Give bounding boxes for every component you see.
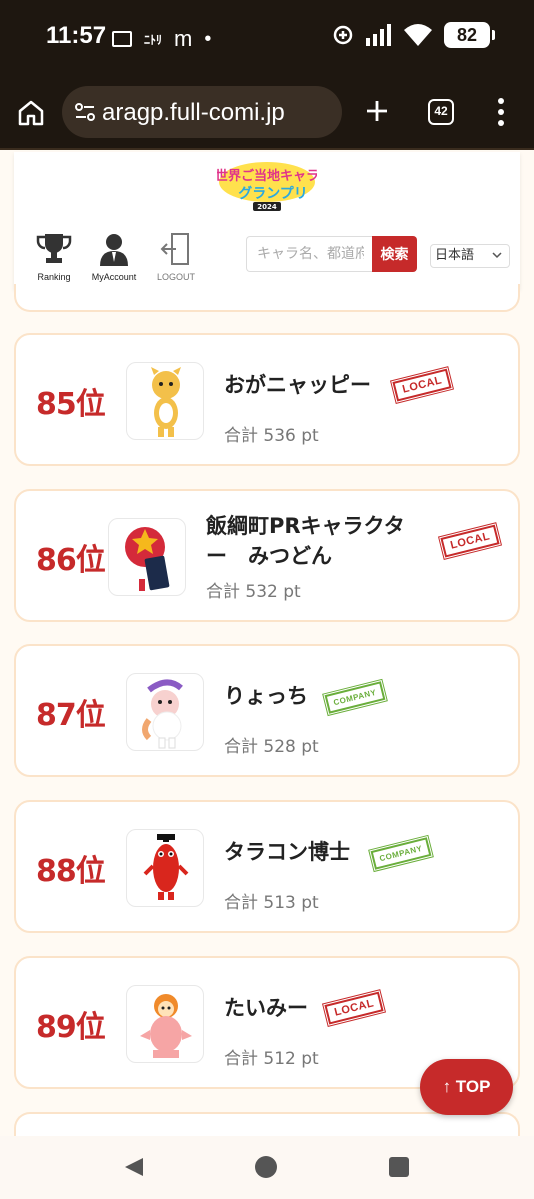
- site-settings-icon[interactable]: [74, 101, 96, 123]
- nav-myaccount-label: MyAccount: [91, 272, 137, 282]
- company-badge: COMPANY: [322, 677, 388, 718]
- signal-icon: [366, 24, 391, 46]
- search-input[interactable]: [246, 236, 374, 272]
- shrimp-mascot-image: [142, 679, 183, 749]
- points-total: 合計 512 pt: [224, 1049, 319, 1069]
- wifi-icon: [404, 24, 432, 46]
- character-name: 飯綱町PRキャラクタ: [206, 514, 405, 538]
- svg-text:グランプリ: グランプリ: [238, 185, 308, 202]
- tarako-mascot-image: [143, 834, 189, 900]
- battery-indicator: 82: [444, 22, 495, 48]
- ranking-card-partial: [14, 284, 520, 312]
- rank-label: 89位: [36, 1010, 106, 1045]
- ranking-card[interactable]: 85位 おがニャッピー LOCAL 合計 536 pt: [14, 333, 520, 466]
- url-text[interactable]: aragp.full-comi.jp: [102, 99, 285, 127]
- character-name: タラコン博士: [224, 840, 350, 864]
- language-select-value: 日本語: [435, 248, 475, 263]
- character-name: りょっち: [224, 684, 308, 708]
- nav-logout-label: LOGOUT: [156, 272, 195, 282]
- address-bar[interactable]: aragp.full-comi.jp: [62, 86, 342, 138]
- character-image: [126, 673, 204, 751]
- rank-label: 86位: [36, 543, 106, 578]
- points-total: 合計 532 pt: [206, 582, 301, 602]
- points-total: 合計 536 pt: [224, 426, 319, 446]
- nav-ranking[interactable]: Ranking: [24, 232, 84, 282]
- character-image: [126, 362, 204, 440]
- character-image: [126, 985, 204, 1063]
- character-image: [108, 518, 186, 596]
- rank-label: 85位: [36, 387, 106, 422]
- character-name-line2: ー みつどん: [206, 544, 332, 568]
- system-navigation-bar: [0, 1136, 534, 1199]
- ranking-card[interactable]: 88位 タラコン博士 COMPANY 合計 513 pt: [14, 800, 520, 933]
- user-icon: [100, 234, 128, 266]
- recents-icon[interactable]: [389, 1157, 409, 1177]
- search-button[interactable]: 検索: [372, 236, 417, 272]
- trophy-icon: [36, 234, 72, 263]
- cat-mascot-image: [151, 367, 181, 437]
- home-circle-icon[interactable]: [255, 1156, 277, 1178]
- m-icon: m: [174, 26, 193, 51]
- ranking-card[interactable]: 87位 りょっち COMPANY 合計 528 pt: [14, 644, 520, 777]
- character-name: おがニャッピー: [224, 373, 371, 397]
- svg-text:世界ご当地キャラ: 世界ご当地キャラ: [217, 168, 317, 184]
- character-name: たいみー: [224, 996, 308, 1020]
- nav-logout[interactable]: LOGOUT: [146, 232, 206, 282]
- language-select[interactable]: 日本語: [430, 244, 510, 268]
- local-badge: LOCAL: [390, 365, 455, 405]
- chevron-down-icon: [492, 252, 502, 259]
- browser-toolbar: aragp.full-comi.jp 42: [0, 76, 534, 150]
- data-saver-icon: [333, 25, 353, 45]
- company-badge: COMPANY: [368, 833, 434, 874]
- site-logo[interactable]: 世界ご当地キャラ グランプリ 2024: [217, 158, 317, 212]
- back-to-top-button[interactable]: ↑ TOP: [420, 1059, 513, 1115]
- sea-bream-mascot-image: [140, 994, 192, 1058]
- site-header: 世界ご当地キャラ グランプリ 2024 Ranking MyAccount LO…: [14, 152, 520, 289]
- nav-myaccount[interactable]: MyAccount: [84, 232, 144, 282]
- au-icon: [112, 31, 132, 47]
- more-notifications-dot: •: [204, 27, 212, 50]
- nitori-icon: ﾆﾄﾘ: [144, 32, 163, 47]
- ranking-card[interactable]: 86位 飯綱町PRキャラクタ ー みつどん LOCAL 合計 532 pt: [14, 489, 520, 622]
- rank-label: 87位: [36, 698, 106, 733]
- character-image: [126, 829, 204, 907]
- back-icon[interactable]: [123, 1156, 145, 1178]
- more-menu-icon[interactable]: [494, 96, 508, 128]
- nav-ranking-label: Ranking: [37, 272, 71, 282]
- tab-switcher-button[interactable]: 42: [428, 99, 454, 125]
- points-total: 合計 513 pt: [224, 893, 319, 913]
- logo-year: 2024: [257, 203, 277, 211]
- logout-icon: [160, 233, 189, 265]
- local-badge: LOCAL: [438, 521, 503, 561]
- notification-icons: ﾆﾄﾘ m •: [112, 26, 211, 52]
- apple-mascot-image: [125, 527, 170, 591]
- home-icon[interactable]: [16, 98, 46, 128]
- status-bar: 11:57 ﾆﾄﾘ m • 82: [0, 0, 534, 76]
- status-time: 11:57: [46, 22, 107, 49]
- points-total: 合計 528 pt: [224, 737, 319, 757]
- local-badge: LOCAL: [322, 988, 387, 1028]
- new-tab-icon[interactable]: [362, 96, 392, 126]
- rank-label: 88位: [36, 854, 106, 889]
